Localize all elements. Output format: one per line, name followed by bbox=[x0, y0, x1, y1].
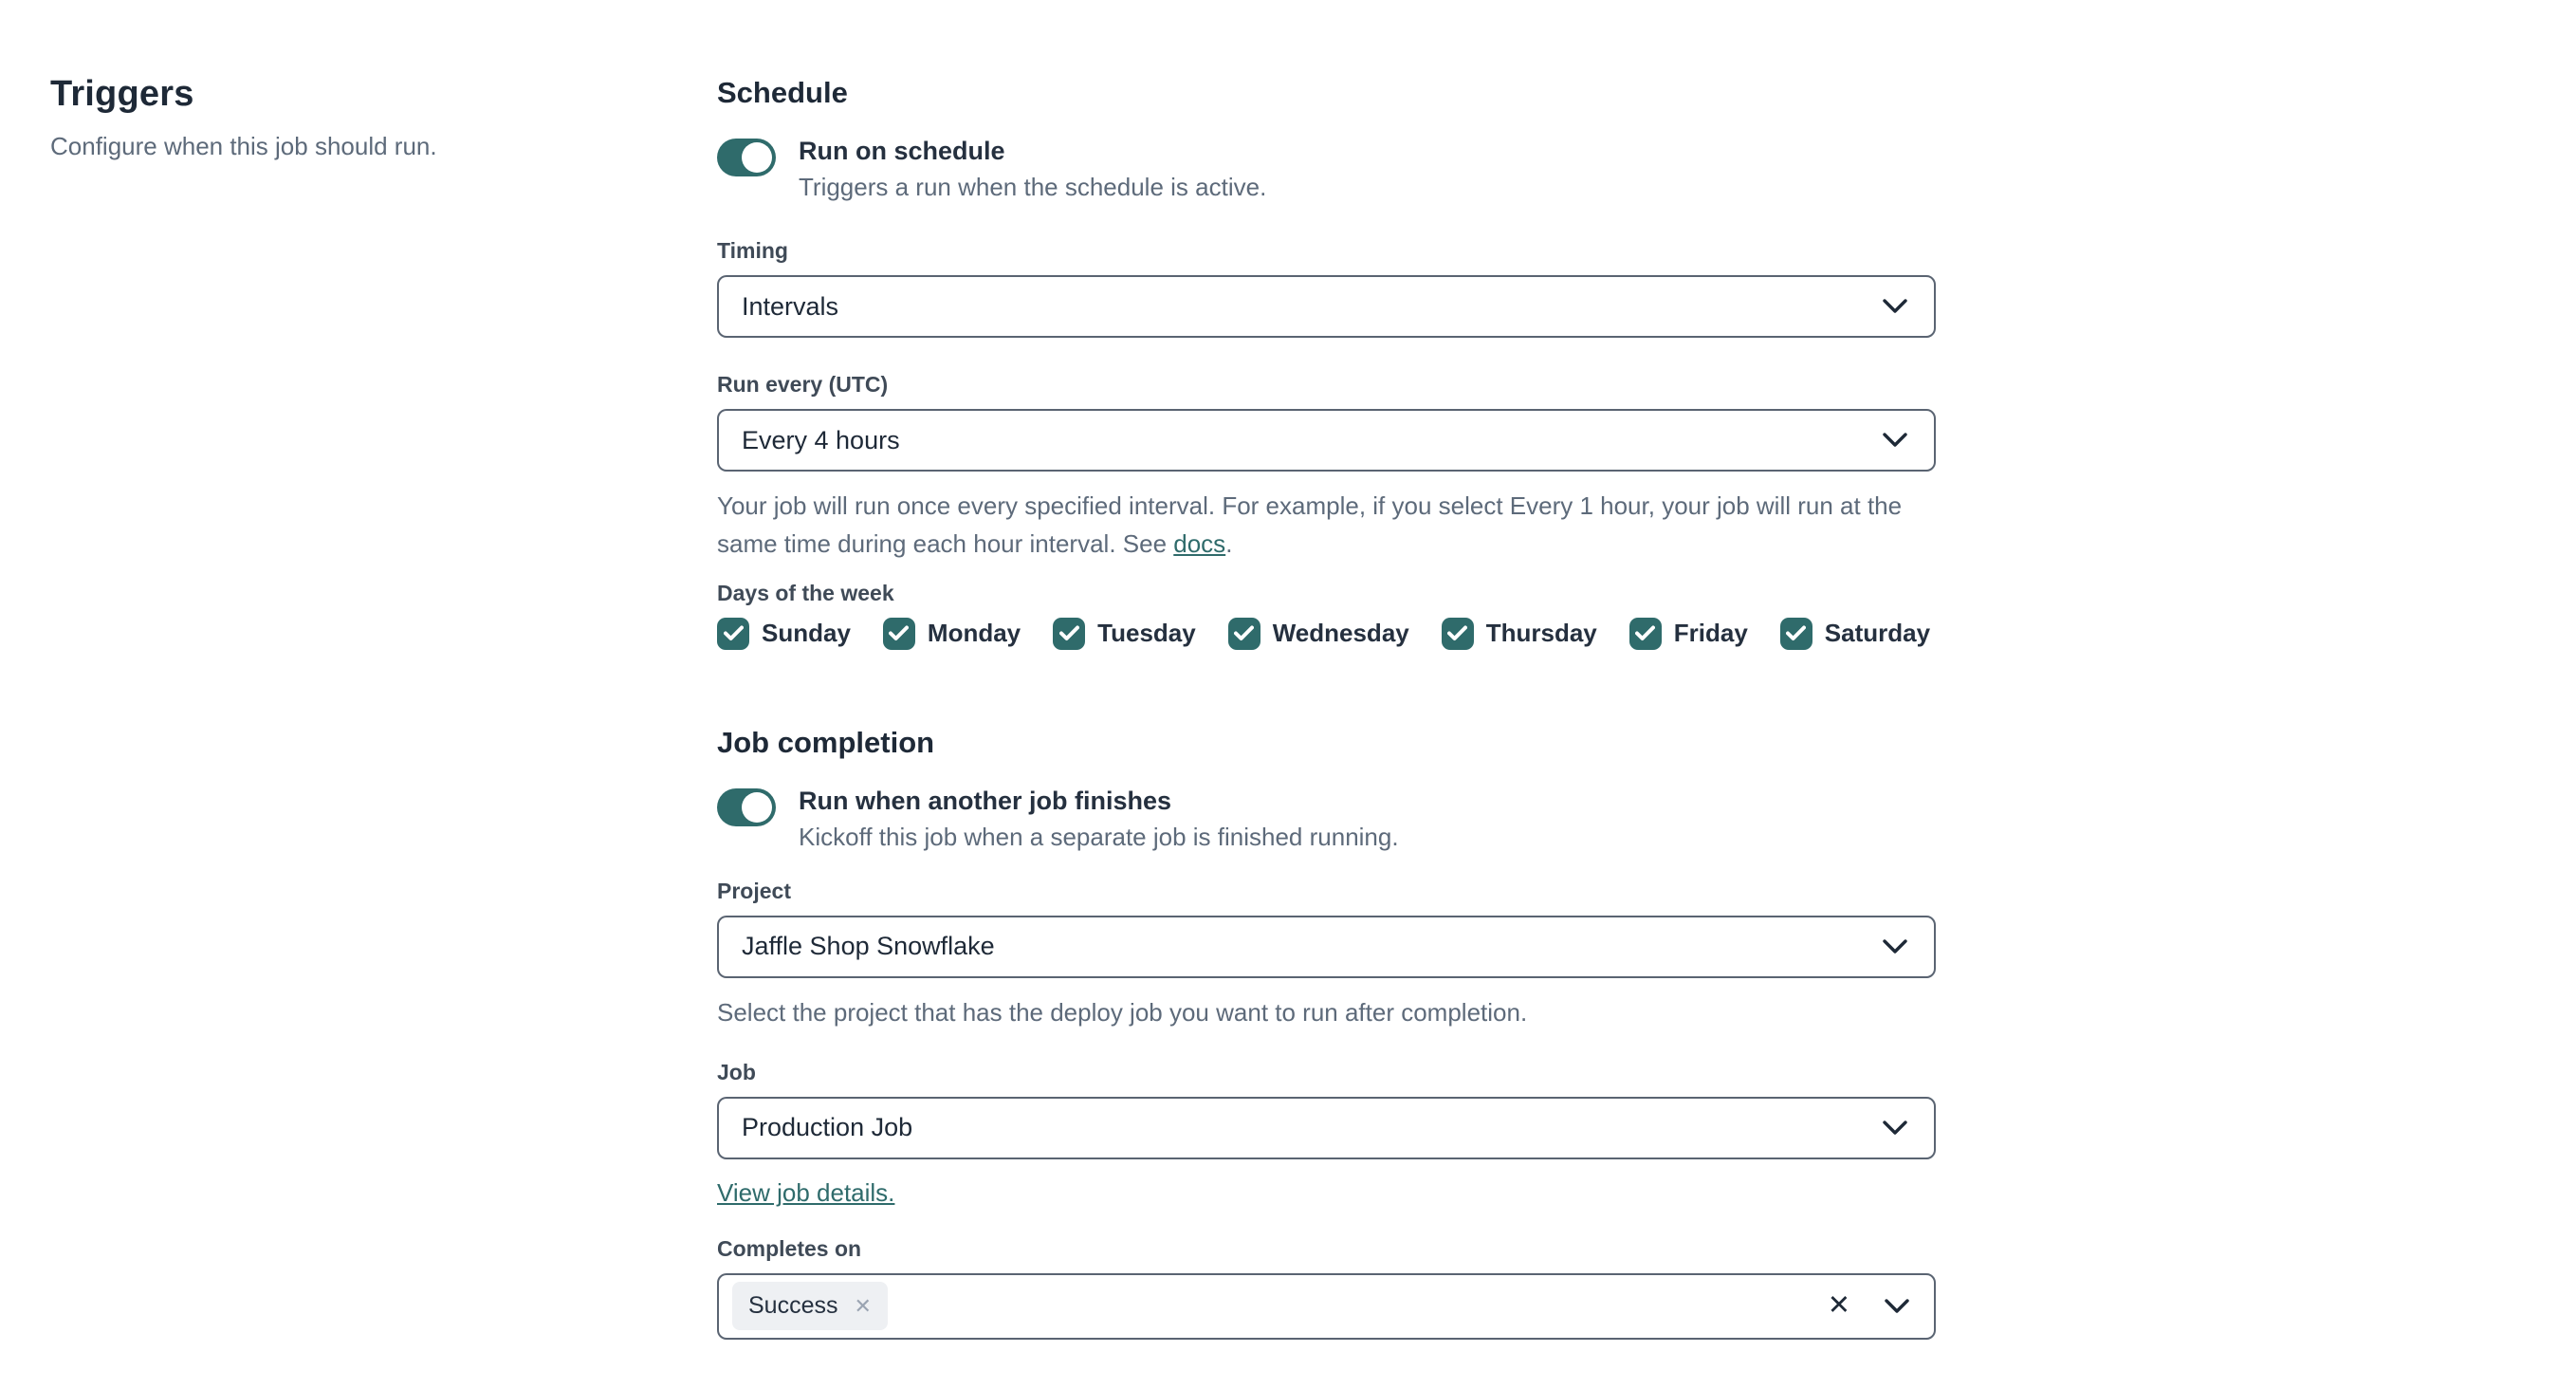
check-icon bbox=[1234, 625, 1255, 641]
project-field: Project Jaffle Shop Snowflake Select the… bbox=[717, 879, 1936, 1031]
schedule-section: Schedule Run on schedule Triggers a run … bbox=[717, 76, 1936, 650]
day-label: Friday bbox=[1673, 619, 1748, 648]
job-field: Job Production Job View job details. bbox=[717, 1060, 1936, 1208]
run-every-help-text: Your job will run once every specified i… bbox=[717, 487, 1936, 564]
job-selected-value: Production Job bbox=[742, 1113, 913, 1142]
project-help-text: Select the project that has the deploy j… bbox=[717, 997, 1528, 1027]
project-selected-value: Jaffle Shop Snowflake bbox=[742, 932, 995, 961]
days-of-week-row: Sunday Monday Tuesday Wednesday Thursday… bbox=[717, 617, 1936, 650]
project-label: Project bbox=[717, 878, 791, 903]
run-on-schedule-toggle[interactable] bbox=[717, 139, 776, 176]
timing-field: Timing Intervals bbox=[717, 238, 1936, 338]
day-label: Thursday bbox=[1485, 619, 1597, 648]
check-icon bbox=[723, 625, 744, 641]
job-label: Job bbox=[717, 1059, 756, 1084]
day-item-monday[interactable]: Monday bbox=[882, 617, 1021, 650]
view-job-details-link[interactable]: View job details. bbox=[717, 1178, 894, 1207]
run-on-schedule-description: Triggers a run when the schedule is acti… bbox=[799, 173, 1267, 201]
completes-on-chip-success[interactable]: Success ✕ bbox=[732, 1282, 888, 1331]
day-label: Sunday bbox=[762, 619, 851, 648]
check-icon bbox=[1058, 625, 1079, 641]
check-icon bbox=[1786, 625, 1807, 641]
run-when-job-finishes-toggle[interactable] bbox=[717, 787, 776, 826]
day-label: Saturday bbox=[1824, 619, 1931, 648]
toggle-knob bbox=[742, 142, 772, 173]
schedule-heading: Schedule bbox=[717, 76, 848, 109]
run-when-job-finishes-description: Kickoff this job when a separate job is … bbox=[799, 822, 1399, 851]
completes-on-multiselect[interactable]: Success ✕ ✕ bbox=[717, 1272, 1936, 1340]
day-label: Tuesday bbox=[1097, 619, 1196, 648]
job-select[interactable]: Production Job bbox=[717, 1096, 1936, 1159]
settings-form: Schedule Run on schedule Triggers a run … bbox=[717, 76, 1936, 1340]
day-item-sunday[interactable]: Sunday bbox=[717, 617, 851, 650]
run-every-select[interactable]: Every 4 hours bbox=[717, 409, 1936, 472]
timing-label: Timing bbox=[717, 238, 788, 263]
checkbox-monday[interactable] bbox=[882, 617, 915, 650]
check-icon bbox=[889, 625, 910, 641]
toggle-knob bbox=[742, 791, 772, 823]
chip-label: Success bbox=[748, 1292, 838, 1320]
help-text-prefix: Your job will run once every specified i… bbox=[717, 491, 1903, 559]
page-title: Triggers bbox=[50, 74, 194, 114]
check-icon bbox=[1447, 625, 1468, 641]
day-label: Monday bbox=[927, 619, 1021, 648]
clear-selection-icon[interactable]: ✕ bbox=[1828, 1292, 1850, 1320]
day-item-friday[interactable]: Friday bbox=[1628, 617, 1748, 650]
day-label: Wednesday bbox=[1272, 619, 1409, 648]
day-item-saturday[interactable]: Saturday bbox=[1779, 617, 1931, 650]
run-when-job-finishes-label: Run when another job finishes bbox=[799, 786, 1172, 815]
checkbox-wednesday[interactable] bbox=[1227, 617, 1260, 650]
checkbox-saturday[interactable] bbox=[1779, 617, 1812, 650]
day-item-thursday[interactable]: Thursday bbox=[1441, 617, 1597, 650]
triggers-settings-page: Triggers Configure when this job should … bbox=[0, 0, 2576, 1389]
page-description: Configure when this job should run. bbox=[50, 132, 437, 160]
day-item-wednesday[interactable]: Wednesday bbox=[1227, 617, 1409, 650]
checkbox-sunday[interactable] bbox=[717, 617, 749, 650]
help-text-suffix: . bbox=[1225, 529, 1233, 559]
project-select[interactable]: Jaffle Shop Snowflake bbox=[717, 915, 1936, 978]
timing-select[interactable]: Intervals bbox=[717, 275, 1936, 338]
check-icon bbox=[1635, 625, 1656, 641]
days-of-week-field: Days of the week Sunday Monday Tuesday W… bbox=[717, 581, 1936, 650]
run-every-field: Run every (UTC) Every 4 hours Your job w… bbox=[717, 372, 1936, 564]
chevron-down-icon[interactable] bbox=[1885, 1299, 1909, 1314]
chevron-down-icon bbox=[1883, 299, 1907, 314]
docs-link[interactable]: docs bbox=[1173, 529, 1225, 558]
checkbox-tuesday[interactable] bbox=[1053, 617, 1086, 650]
completes-on-label: Completes on bbox=[717, 1235, 862, 1261]
run-on-schedule-label: Run on schedule bbox=[799, 137, 1005, 165]
chevron-down-icon bbox=[1883, 938, 1907, 954]
job-completion-heading: Job completion bbox=[717, 725, 935, 759]
chip-remove-icon[interactable]: ✕ bbox=[854, 1295, 871, 1317]
run-every-selected-value: Every 4 hours bbox=[742, 425, 900, 454]
job-completion-section: Job completion Run when another job fini… bbox=[717, 726, 1936, 1340]
run-every-label: Run every (UTC) bbox=[717, 372, 889, 397]
timing-selected-value: Intervals bbox=[742, 291, 839, 321]
checkbox-thursday[interactable] bbox=[1441, 617, 1474, 650]
section-intro: Triggers Configure when this job should … bbox=[50, 74, 638, 161]
day-item-tuesday[interactable]: Tuesday bbox=[1053, 617, 1196, 650]
checkbox-friday[interactable] bbox=[1628, 617, 1662, 650]
run-when-job-finishes-row: Run when another job finishes Kickoff th… bbox=[717, 787, 1936, 852]
chevron-down-icon bbox=[1883, 1120, 1907, 1136]
run-on-schedule-row: Run on schedule Triggers a run when the … bbox=[717, 137, 1936, 202]
chevron-down-icon bbox=[1883, 433, 1907, 448]
days-of-week-label: Days of the week bbox=[717, 580, 894, 605]
completes-on-field: Completes on Success ✕ ✕ bbox=[717, 1236, 1936, 1340]
